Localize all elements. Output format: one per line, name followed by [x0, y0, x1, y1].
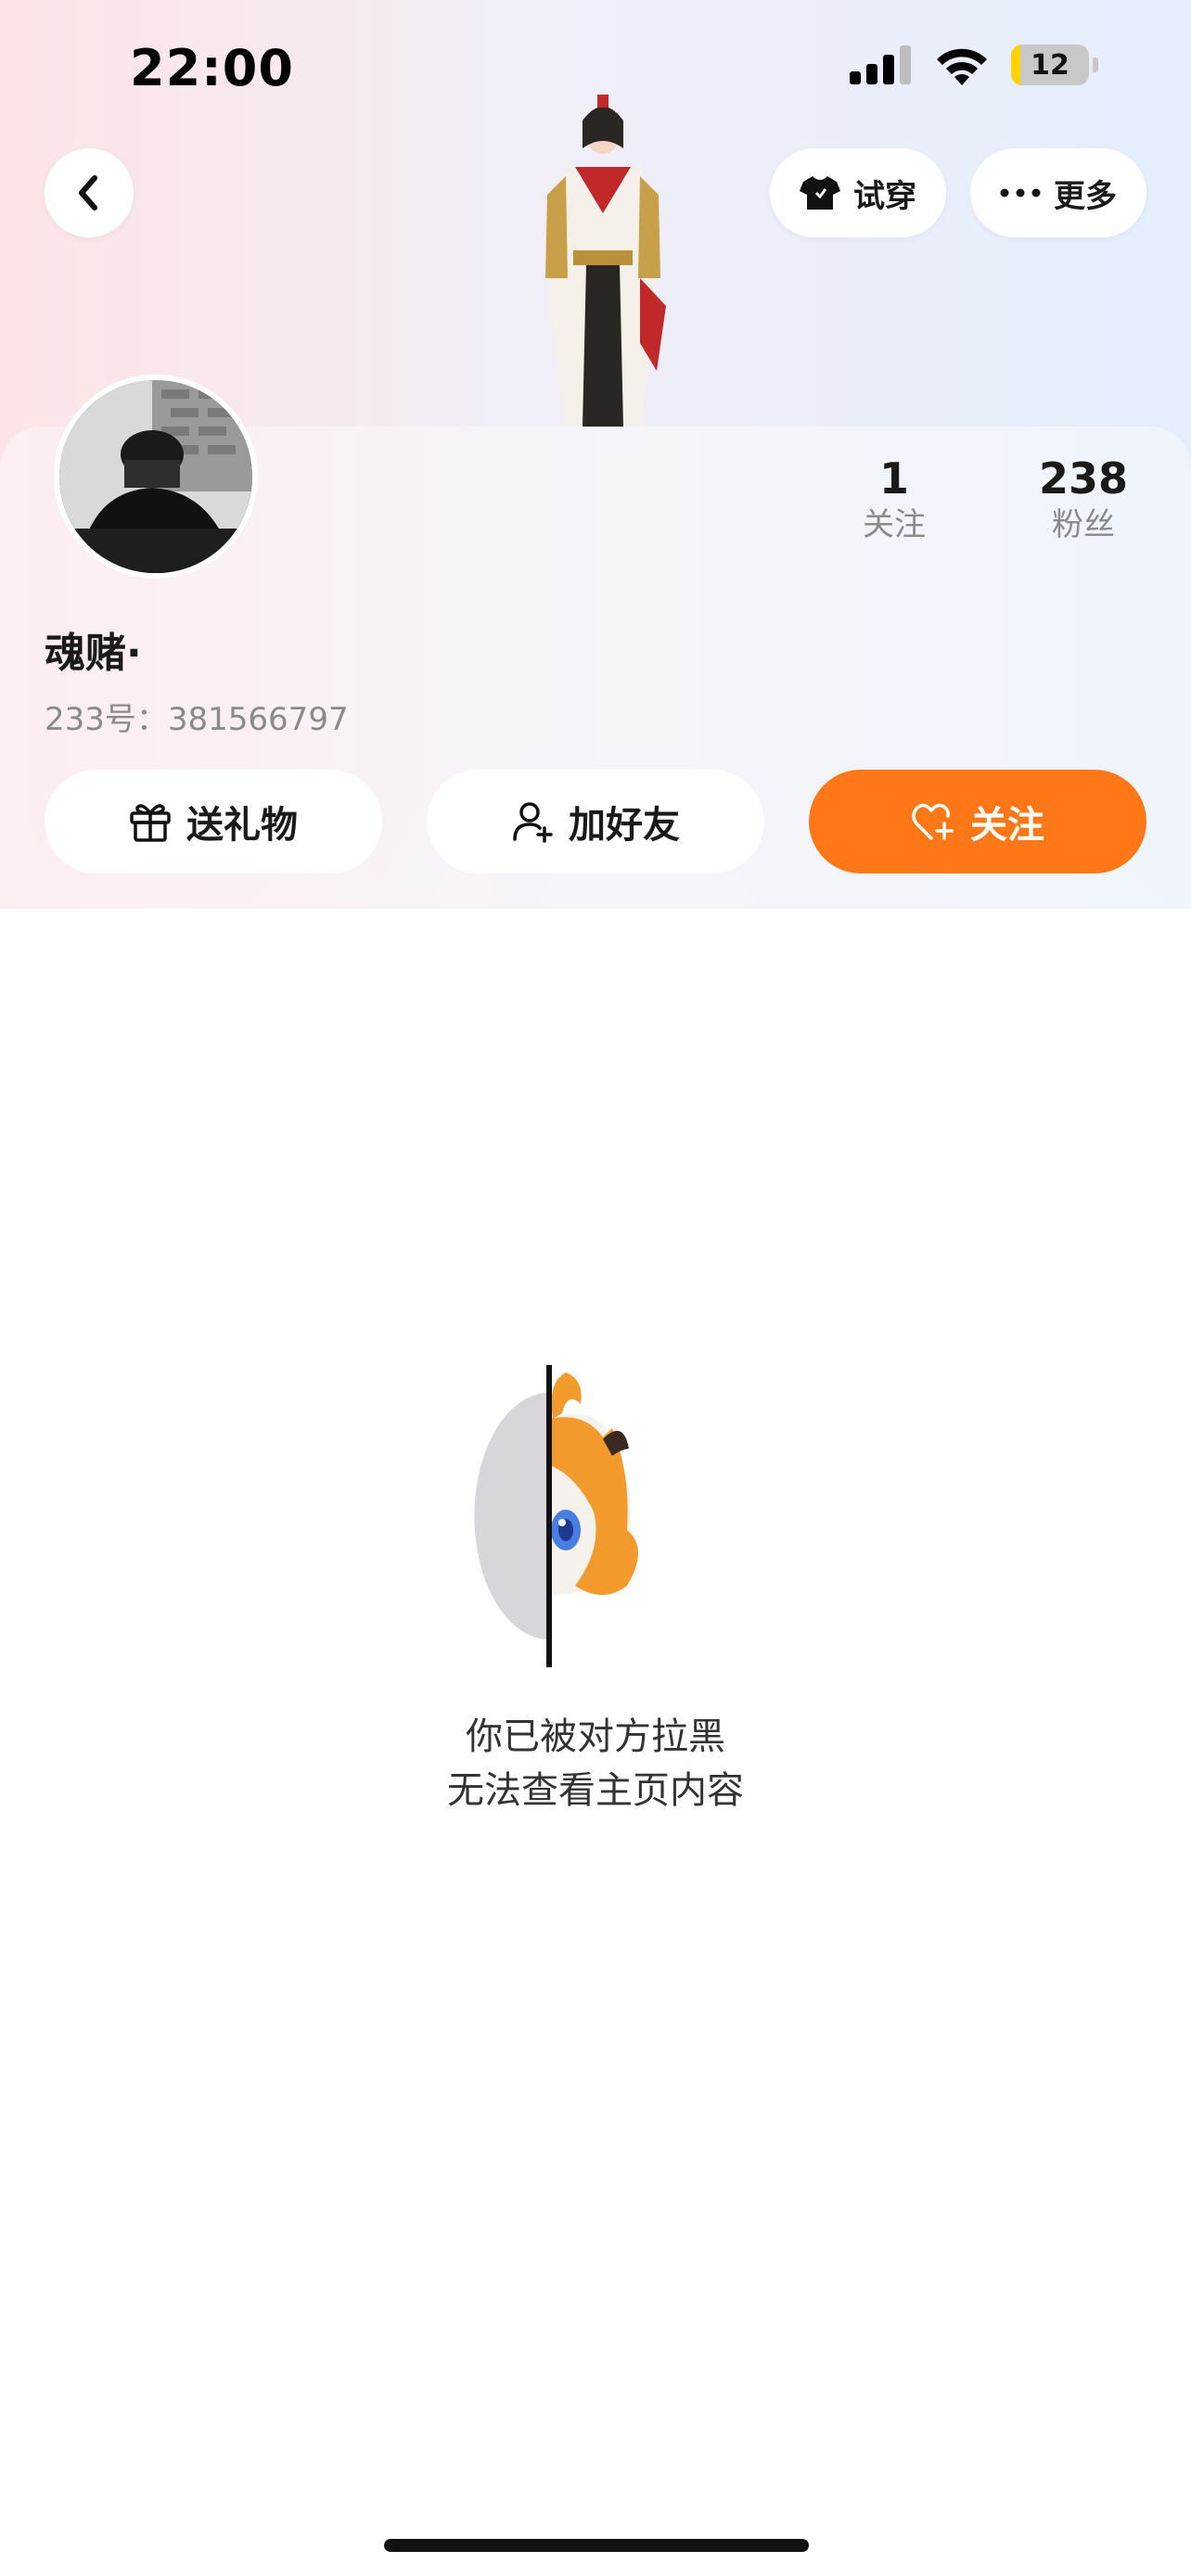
home-indicator: [384, 2539, 809, 2552]
fans-label: 粉丝: [1052, 506, 1115, 543]
following-stat[interactable]: 1 关注: [829, 453, 959, 545]
add-friend-button[interactable]: 加好友: [427, 770, 764, 874]
add-user-icon: [513, 802, 553, 843]
back-button[interactable]: [45, 148, 134, 237]
tshirt-icon: [800, 176, 840, 210]
blocked-illustration: [474, 1365, 638, 1667]
gift-icon: [130, 804, 171, 842]
following-label: 关注: [863, 506, 926, 543]
ellipsis-icon: [1000, 188, 1041, 198]
battery-indicator: 12: [1011, 45, 1089, 85]
avatar-character: [545, 95, 666, 427]
battery-cap: [1093, 57, 1098, 72]
battery-text: 12: [1031, 48, 1069, 82]
status-time: 22:00: [130, 39, 294, 97]
send-gift-label: 送礼物: [186, 804, 298, 847]
username: 魂赌·: [45, 630, 142, 677]
more-button[interactable]: 更多: [970, 148, 1146, 237]
try-on-label: 试穿: [853, 177, 916, 215]
follow-label: 关注: [970, 804, 1044, 847]
send-gift-button[interactable]: 送礼物: [45, 770, 382, 874]
more-label: 更多: [1054, 177, 1117, 215]
blocked-message-line1: 你已被对方拉黑: [466, 1715, 725, 1758]
status-icons: 12: [850, 45, 1098, 85]
battery-fill: [1011, 45, 1021, 85]
try-on-button[interactable]: 试穿: [770, 148, 946, 237]
add-friend-label: 加好友: [569, 804, 680, 847]
blocked-message-line2: 无法查看主页内容: [447, 1769, 744, 1812]
fans-stat[interactable]: 238 粉丝: [1018, 453, 1148, 545]
user-id: 233号：381566797: [45, 701, 349, 738]
signal-icon: [850, 45, 911, 84]
fans-count: 238: [1038, 453, 1129, 504]
avatar-image: [59, 380, 252, 573]
wifi-icon: [937, 48, 987, 85]
heart-plus-icon: [912, 803, 954, 840]
follow-button[interactable]: 关注: [809, 770, 1146, 874]
chevron-left-icon: [79, 175, 97, 210]
avatar[interactable]: [54, 375, 258, 579]
following-count: 1: [878, 453, 909, 504]
